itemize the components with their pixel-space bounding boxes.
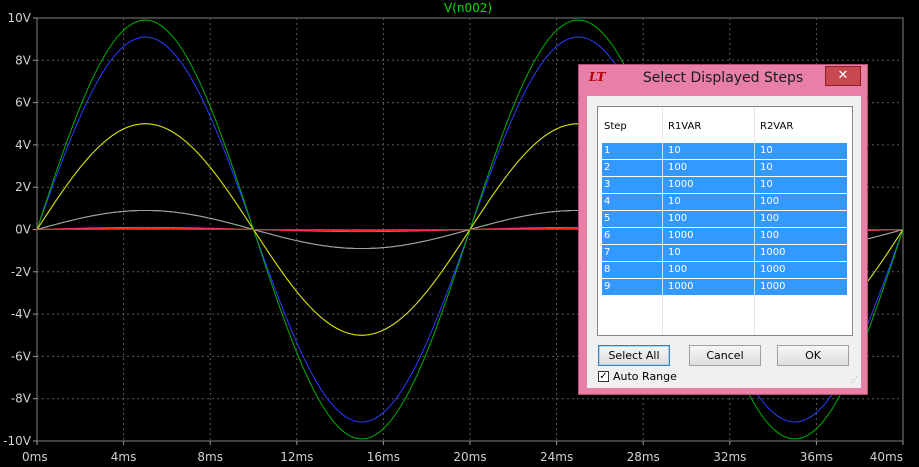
column-header-r2var[interactable]: R2VAR [760,121,793,132]
r2var-cell: 100 [760,213,780,224]
r1var-cell: 100 [668,162,688,173]
cell-divider [754,143,755,159]
r2var-cell: 10 [760,179,773,190]
x-tick-label: 16ms [367,450,400,464]
dialog-client-area: Step R1VAR R2VAR 1 10 10 2 100 10 3 1000 10 4 10 10… [587,96,861,388]
x-tick-label: 28ms [627,450,660,464]
y-axis: 10V 8V 6V 4V 2V 0V -2V -4V -6V -8V -10V [3,11,37,448]
auto-range-label: Auto Range [613,370,677,383]
x-tick-label: 20ms [453,450,486,464]
x-tick-label: 40ms [870,450,903,464]
r1var-cell: 100 [668,213,688,224]
cell-divider [754,245,755,261]
dialog-title: Select Displayed Steps [642,70,804,86]
step-cell: 6 [604,230,611,241]
list-header: Step R1VAR R2VAR [598,107,852,143]
y-tick-label: 2V [15,180,32,194]
r1var-cell: 10 [668,247,681,258]
cell-divider [662,279,663,295]
r2var-cell: 10 [760,145,773,156]
list-row-step-7[interactable]: 7 10 1000 [602,245,847,261]
r2var-cell: 100 [760,230,780,241]
x-tick-label: 36ms [800,450,833,464]
list-row-step-2[interactable]: 2 100 10 [602,160,847,176]
r2var-cell: 100 [760,196,780,207]
auto-range-checkbox[interactable]: ✓ [598,371,609,382]
y-tick-label: -10V [3,434,32,448]
cell-divider [662,228,663,244]
r2var-cell: 1000 [760,247,786,258]
list-row-step-1[interactable]: 1 10 10 [602,143,847,159]
cell-divider [754,211,755,227]
r2var-cell: 1000 [760,281,786,292]
r1var-cell: 10 [668,145,681,156]
cell-divider [662,194,663,210]
r1var-cell: 100 [668,264,688,275]
cell-divider [754,228,755,244]
column-header-step[interactable]: Step [604,121,627,132]
y-tick-label: -4V [11,307,32,321]
list-row-step-4[interactable]: 4 10 100 [602,194,847,210]
cell-divider [662,143,663,159]
y-tick-label: -2V [11,265,32,279]
select-displayed-steps-dialog: LT Select Displayed Steps ✕ Step R1VAR R… [578,64,868,395]
r1var-cell: 1000 [668,179,694,190]
step-cell: 3 [604,179,611,190]
cell-divider [662,211,663,227]
cell-divider [662,262,663,278]
select-all-button[interactable]: Select All [598,345,670,366]
step-cell: 8 [604,264,611,275]
steps-list[interactable]: Step R1VAR R2VAR 1 10 10 2 100 10 3 1000 10 4 10 10… [597,106,853,336]
cell-divider [662,177,663,193]
cell-divider [754,279,755,295]
cell-divider [662,245,663,261]
list-row-step-3[interactable]: 3 1000 10 [602,177,847,193]
trace-title[interactable]: V(n002) [444,1,492,15]
r2var-cell: 1000 [760,264,786,275]
x-axis: 0ms 4ms 8ms 12ms 16ms 20ms 24ms 28ms 32ms 36ms 40m… [22,441,904,464]
y-tick-label: 4V [15,138,32,152]
ok-button[interactable]: OK [777,345,849,366]
step-cell: 5 [604,213,611,224]
column-header-r1var[interactable]: R1VAR [668,121,701,132]
x-tick-label: 32ms [713,450,746,464]
resize-grip-icon[interactable]: ⋰ [848,375,858,385]
step-cell: 9 [604,281,611,292]
cell-divider [754,177,755,193]
cell-divider [754,160,755,176]
cell-divider [754,262,755,278]
y-tick-label: 10V [8,11,32,25]
step-cell: 1 [604,145,611,156]
y-tick-label: 6V [15,96,32,110]
y-tick-label: -8V [11,392,32,406]
list-row-step-5[interactable]: 5 100 100 [602,211,847,227]
cancel-button[interactable]: Cancel [689,345,761,366]
x-tick-label: 12ms [280,450,313,464]
cell-divider [754,194,755,210]
y-tick-label: 8V [15,53,32,67]
step-cell: 7 [604,247,611,258]
x-tick-label: 24ms [540,450,573,464]
close-button[interactable]: ✕ [825,66,861,86]
step-cell: 4 [604,196,611,207]
r2var-cell: 10 [760,162,773,173]
r1var-cell: 1000 [668,281,694,292]
x-tick-label: 0ms [22,450,48,464]
list-row-step-9[interactable]: 9 1000 1000 [602,279,847,295]
list-row-step-8[interactable]: 8 100 1000 [602,262,847,278]
cell-divider [662,160,663,176]
step-cell: 2 [604,162,611,173]
r1var-cell: 1000 [668,230,694,241]
x-tick-label: 8ms [197,450,223,464]
r1var-cell: 10 [668,196,681,207]
x-tick-label: 4ms [111,450,137,464]
y-tick-label: -6V [11,349,32,363]
y-tick-label: 0V [15,223,32,237]
list-row-step-6[interactable]: 6 1000 100 [602,228,847,244]
dialog-titlebar[interactable]: LT Select Displayed Steps ✕ [579,65,867,91]
